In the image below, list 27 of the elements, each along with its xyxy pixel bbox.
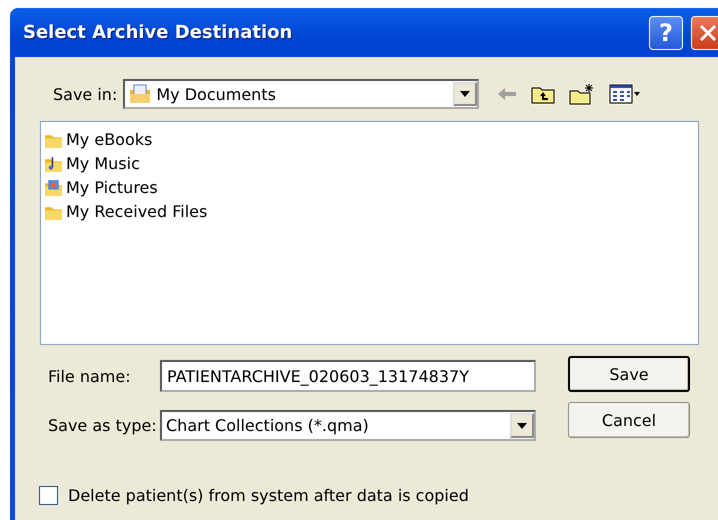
delete-option-label: Delete patient(s) from system after data is copied [68,486,469,505]
documents-folder-icon [129,84,152,104]
save-as-type-value: Chart Collections (*.qma) [166,416,370,435]
save-button[interactable]: Save [568,356,690,392]
close-button[interactable] [691,16,718,50]
save-as-type-label: Save as type: [48,416,158,435]
file-name-label: File name: [48,366,132,386]
window-title: Select Archive Destination [23,22,294,43]
file-name-field[interactable]: PATIENTARCHIVE_020603_13174837Y [160,360,536,392]
close-icon [698,22,718,42]
cancel-button[interactable]: Cancel [568,402,690,438]
folder-item[interactable]: My Music [64,154,142,173]
music-folder-icon [44,154,63,172]
checkbox[interactable] [39,486,58,505]
folder-item[interactable]: My Received Files [64,202,210,221]
save-in-value: My Documents [156,84,277,104]
pictures-folder-icon [44,178,63,196]
dropdown-button[interactable] [453,82,478,106]
caret-icon [460,91,470,97]
help-button[interactable]: ? [649,16,683,50]
folder-item[interactable]: My eBooks [64,130,154,149]
save-as-type-dropdown[interactable]: Chart Collections (*.qma) [160,410,536,441]
save-in-dropdown[interactable]: My Documents [123,79,480,109]
folder-item[interactable]: My Pictures [64,178,160,197]
caret-icon [517,422,527,428]
dropdown-button[interactable] [510,413,534,438]
save-in-label: Save in: [53,84,118,104]
